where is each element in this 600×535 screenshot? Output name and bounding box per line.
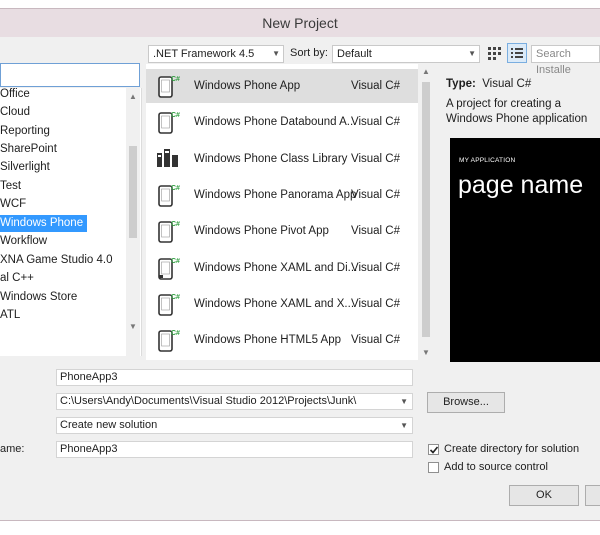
scroll-up-icon[interactable]: ▲ [422,67,430,76]
phone-panorama-icon: C# [156,183,180,207]
phone-xaml-xna-icon: C# [156,292,180,316]
template-row[interactable]: C# Windows Phone App Visual C# [146,69,418,103]
location-dropdown[interactable]: C:\Users\Andy\Documents\Visual Studio 20… [56,393,413,410]
template-name: Windows Phone Databound A... [194,116,357,129]
tree-scroll-thumb[interactable] [129,146,137,238]
template-scroll-thumb[interactable] [422,82,430,337]
tree-item[interactable]: Windows Store [0,289,77,306]
name-field[interactable]: PhoneApp3 [56,369,413,386]
tree-item[interactable]: Windows Phone [0,215,88,232]
create-directory-checkbox[interactable] [428,444,439,455]
chevron-down-icon: ▼ [400,397,408,406]
template-language: Visual C# [351,116,401,129]
scroll-down-icon[interactable]: ▼ [422,348,430,357]
template-language: Visual C# [351,334,401,347]
tree-item[interactable]: ATL [0,307,20,324]
template-category-tree: Office Cloud Reporting SharePoint Silverligh… [0,88,142,356]
tree-item[interactable]: Workflow [0,233,47,250]
solution-name-label: ame: [0,443,25,455]
template-language: Visual C# [351,152,401,165]
chevron-down-icon: ▼ [272,49,280,58]
scroll-up-icon[interactable]: ▲ [129,92,137,101]
template-row[interactable]: C# Windows Phone HTML5 App Visual C# [146,323,418,357]
sort-label: Sort by: [290,47,328,59]
template-name: Windows Phone XAML and Di... [194,261,358,274]
phone-app-icon: C# [156,74,180,98]
scroll-down-icon[interactable]: ▼ [129,322,137,331]
tree-item[interactable]: Silverlight [0,159,50,176]
template-row[interactable]: Windows Phone Class Library Visual C# [146,142,418,176]
search-input[interactable]: Search Installe [531,45,600,76]
tree-item[interactable]: Reporting [0,123,50,140]
tree-scrollbar[interactable]: ▲ ▼ [126,88,140,356]
template-language: Visual C# [351,225,401,238]
svg-text:C#: C# [171,221,180,228]
phone-html5-icon: C# [156,328,180,352]
tree-filter-input[interactable] [0,63,140,87]
solution-value: Create new solution [60,419,158,431]
tree-item[interactable]: SharePoint [0,141,57,158]
template-name: Windows Phone Pivot App [194,225,329,238]
template-name: Windows Phone XAML and X... [194,297,355,310]
list-view-icon[interactable] [507,43,527,63]
browse-button[interactable]: Browse... [427,392,505,413]
chevron-down-icon: ▼ [468,49,476,58]
template-row[interactable]: C# Windows Phone Databound A... Visual C# [146,105,418,139]
svg-text:C#: C# [171,258,180,265]
sort-dropdown[interactable]: Default ▼ [332,45,480,63]
template-language: Visual C# [351,297,401,310]
ok-button[interactable]: OK [509,485,579,506]
chevron-down-icon: ▼ [400,421,408,430]
template-row[interactable]: C# Windows Phone XAML and X... Visual C# [146,287,418,321]
source-control-label: Add to source control [444,461,548,473]
svg-text:C#: C# [171,185,180,192]
svg-text:C#: C# [171,76,180,83]
phone-databound-icon: C# [156,110,180,135]
template-name: Windows Phone Class Library [194,152,348,165]
svg-text:C#: C# [171,112,180,119]
solution-name-field[interactable]: PhoneApp3 [56,441,413,458]
dialog-title: New Project [0,9,600,37]
template-list: C# Windows Phone App Visual C# C# Windows Ph… [146,64,418,360]
sort-value: Default [337,48,372,60]
template-type: Type: Visual C# [446,78,531,90]
source-control-checkbox[interactable] [428,462,439,473]
tree-item[interactable]: Test [0,178,21,195]
tree-item[interactable]: XNA Game Studio 4.0 [0,252,113,269]
phone-xaml-direct3d-icon: C# [156,256,180,280]
template-row[interactable]: C# Windows Phone Panorama App Visual C# [146,178,418,212]
preview-app-title: MY APPLICATION [459,157,516,164]
create-directory-label: Create directory for solution [444,443,580,455]
template-name: Windows Phone App [194,80,301,92]
template-language: Visual C# [351,188,401,201]
template-preview-image: MY APPLICATION page name [450,138,600,362]
template-language: Visual C# [351,80,401,92]
framework-value: .NET Framework 4.5 [153,48,255,60]
template-language: Visual C# [351,261,401,274]
framework-dropdown[interactable]: .NET Framework 4.5 ▼ [148,45,284,63]
search-placeholder: Search Installe [536,48,571,76]
tree-item[interactable]: Cloud [0,104,30,121]
template-row[interactable]: C# Windows Phone Pivot App Visual C# [146,214,418,248]
svg-text:C#: C# [171,294,180,301]
tree-item[interactable]: al C++ [0,270,34,287]
template-description: A project for creating a Windows Phone a… [446,98,588,125]
phone-pivot-icon: C# [156,219,180,243]
type-value: Visual C# [482,78,532,90]
tree-item[interactable]: Office [0,86,30,103]
checkmark-icon [429,446,439,454]
preview-page-title: page name [458,171,584,199]
small-icons-view-icon[interactable] [486,45,502,61]
template-name: Windows Phone HTML5 App [194,334,342,347]
template-row[interactable]: C# Windows Phone XAML and Di... Visual C# [146,251,418,285]
tree-item[interactable]: WCF [0,196,26,213]
svg-text:C#: C# [171,330,180,337]
template-list-scrollbar[interactable]: ▲ ▼ [420,64,432,360]
location-value: C:\Users\Andy\Documents\Visual Studio 20… [60,395,357,407]
type-label: Type: [446,78,476,90]
solution-dropdown[interactable]: Create new solution ▼ [56,417,413,434]
cancel-button[interactable] [585,485,600,506]
class-library-icon [156,147,178,171]
template-name: Windows Phone Panorama App [194,188,357,201]
